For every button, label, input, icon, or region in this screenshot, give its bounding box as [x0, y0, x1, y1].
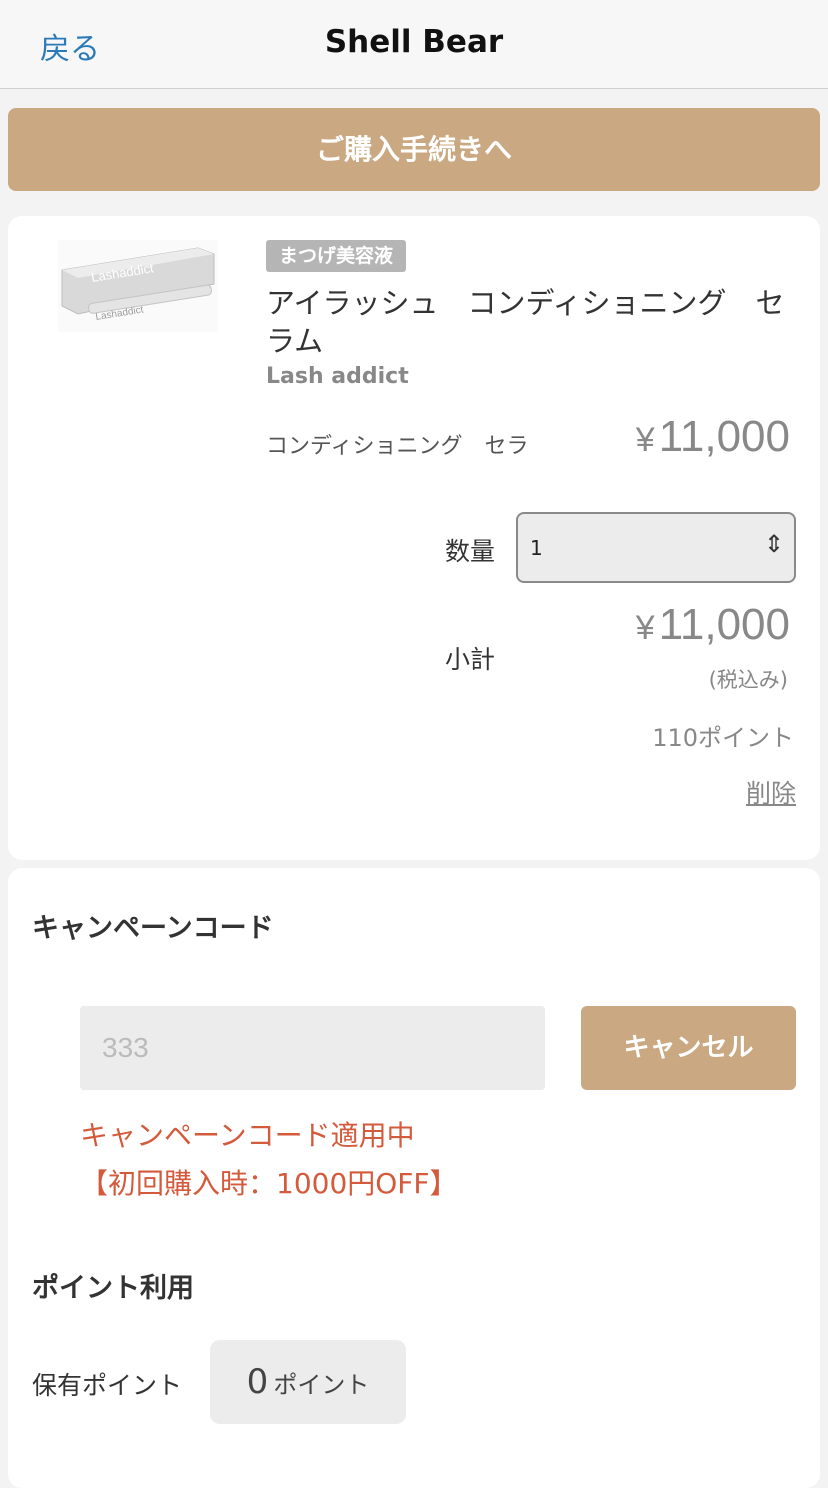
product-image: Lashaddict Lashaddict — [58, 240, 218, 332]
quantity-select[interactable]: 1 ⇕ — [516, 512, 796, 583]
held-points-box: 0 ポイント — [210, 1340, 406, 1424]
updown-chevron-icon: ⇕ — [763, 530, 784, 558]
quantity-value: 1 — [530, 536, 543, 560]
campaign-applied-text: キャンペーンコード適用中 — [80, 1119, 415, 1152]
cancel-campaign-button[interactable]: キャンセル — [581, 1006, 796, 1090]
subtotal-price: ¥11,000 — [636, 600, 790, 650]
category-badge: まつげ美容液 — [266, 240, 407, 272]
checkout-button[interactable]: ご購入手続きへ — [8, 108, 820, 191]
held-points-unit: ポイント — [273, 1371, 370, 1399]
page-title: Shell Bear — [324, 24, 504, 60]
currency-symbol: ¥ — [635, 421, 655, 459]
unit-price: ¥11,000 — [636, 412, 790, 462]
delete-link[interactable]: 削除 — [746, 774, 796, 810]
held-points-label: 保有ポイント — [32, 1371, 183, 1400]
product-variant: コンディショニング セラ — [266, 434, 529, 459]
product-brand: Lash addict — [266, 364, 409, 389]
currency-symbol: ¥ — [635, 609, 655, 647]
product-name: アイラッシュ コンディショニング セラム — [266, 286, 785, 358]
tax-note: (税込み) — [708, 668, 788, 692]
subtotal-label: 小計 — [445, 645, 496, 674]
points-usage-title: ポイント利用 — [32, 1273, 194, 1304]
campaign-code-input[interactable] — [80, 1006, 545, 1090]
held-points-value: 0 — [246, 1362, 269, 1402]
quantity-label: 数量 — [445, 537, 496, 566]
nav-bar: 戻る Shell Bear — [0, 0, 828, 89]
points-earned: 110ポイント — [652, 724, 794, 752]
subtotal-value: 11,000 — [658, 600, 790, 649]
price-value: 11,000 — [658, 412, 790, 461]
campaign-code-title: キャンペーンコード — [32, 913, 274, 944]
campaign-discount-text: 【初回購入時：1000円OFF】 — [80, 1167, 458, 1200]
